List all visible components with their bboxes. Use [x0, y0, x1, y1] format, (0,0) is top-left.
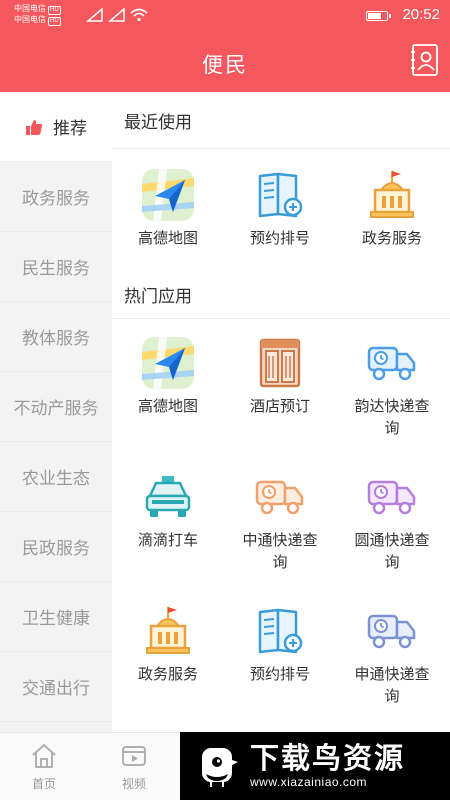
- app-label: 政务服务: [137, 666, 198, 683]
- status-bar: 中国电信 HD 中国电信 HD 20:52: [0, 0, 450, 30]
- sidebar-item-label: 教体服务: [22, 329, 90, 348]
- sidebar-item-transport[interactable]: 交通出行: [0, 652, 112, 722]
- app-label: 韵达快递查询: [354, 398, 430, 437]
- app-label: 酒店预订: [249, 398, 310, 415]
- title-bar: 便民: [0, 30, 450, 92]
- sidebar-item-real-estate[interactable]: 不动产服务: [0, 372, 112, 442]
- taxi-icon: [141, 470, 195, 524]
- section-title-recent: 最近使用: [124, 113, 192, 132]
- app-grid-panel: 最近使用 高德地图 预约排号 政务服务 热门应用 高德地图 酒店预订 韵达快递查…: [112, 92, 450, 732]
- contact-book-icon[interactable]: [410, 43, 440, 77]
- sidebar-item-label: 不动产服务: [13, 399, 99, 418]
- sidebar-item-education-sports[interactable]: 教体服务: [0, 302, 112, 372]
- app-label: 滴滴打车: [137, 532, 198, 549]
- signal-icon: [108, 8, 125, 22]
- app-label: 圆通快递查询: [354, 532, 430, 571]
- app-tile-government-recent[interactable]: 政务服务: [336, 168, 448, 250]
- app-label: 高德地图: [137, 230, 198, 247]
- app-tile-amap[interactable]: 高德地图: [112, 336, 224, 418]
- carrier-1-name: 中国电信: [14, 4, 46, 13]
- delivery-truck-icon: [367, 480, 416, 515]
- watermark-banner: 下载鸟资源 www.xiazainiao.com: [180, 732, 450, 800]
- sidebar-item-label: 推荐: [53, 119, 87, 138]
- app-tile-yto[interactable]: 圆通快递查询: [336, 470, 448, 574]
- bird-logo-icon: [202, 748, 238, 787]
- government-building-icon: [365, 168, 419, 222]
- app-tile-didi[interactable]: 滴滴打车: [112, 470, 224, 552]
- app-tile-sto[interactable]: 申通快递查询: [336, 604, 448, 708]
- home-icon: [29, 741, 59, 771]
- sidebar-item-label: 政务服务: [22, 189, 90, 208]
- appointment-book-icon: [253, 604, 307, 658]
- battery-fill: [368, 13, 381, 19]
- hotel-door-icon: [253, 336, 307, 390]
- sidebar-item-label: 交通出行: [22, 679, 90, 698]
- app-label: 申通快递查询: [354, 666, 430, 705]
- carrier-1: 中国电信 HD: [14, 4, 61, 15]
- sidebar-item-livelihood[interactable]: 民生服务: [0, 232, 112, 302]
- hd-badge: HD: [48, 17, 61, 26]
- status-time: 20:52: [402, 6, 440, 23]
- government-building-icon: [141, 604, 195, 658]
- sidebar-item-civil-affairs[interactable]: 民政服务: [0, 512, 112, 582]
- section-title-hot: 热门应用: [124, 287, 192, 306]
- sidebar-item-label: 民生服务: [22, 259, 90, 278]
- app-label: 高德地图: [137, 398, 198, 415]
- sidebar-item-label: 卫生健康: [22, 609, 90, 628]
- tab-video[interactable]: 视频: [104, 741, 164, 792]
- battery-icon: [366, 11, 391, 21]
- app-tile-appointment[interactable]: 预约排号: [224, 604, 336, 686]
- app-tile-government[interactable]: 政务服务: [112, 604, 224, 686]
- app-tile-yunda[interactable]: 韵达快递查询: [336, 336, 448, 440]
- tab-home[interactable]: 首页: [14, 741, 74, 792]
- app-tile-amap-recent[interactable]: 高德地图: [112, 168, 224, 250]
- signal-icon: [86, 8, 103, 22]
- sidebar-item-label: 农业生态: [22, 469, 90, 488]
- sidebar-item-agriculture[interactable]: 农业生态: [0, 442, 112, 512]
- divider: [112, 148, 450, 149]
- category-sidebar: 推荐 政务服务 民生服务 教体服务 不动产服务 农业生态 民政服务 卫生健康 交…: [0, 92, 112, 732]
- app-tile-hotel[interactable]: 酒店预订: [224, 336, 336, 418]
- delivery-truck-icon: [367, 614, 416, 649]
- appointment-book-icon: [253, 168, 307, 222]
- video-icon: [119, 741, 149, 771]
- map-navigation-icon: [141, 336, 195, 390]
- wifi-icon: [130, 8, 148, 22]
- map-navigation-icon: [141, 168, 195, 222]
- watermark-url: www.xiazainiao.com: [250, 775, 368, 789]
- watermark-text: 下载鸟资源 www.xiazainiao.com: [250, 743, 405, 789]
- delivery-truck-icon: [255, 480, 304, 515]
- sidebar-item-health[interactable]: 卫生健康: [0, 582, 112, 652]
- app-label: 预约排号: [249, 230, 310, 247]
- sidebar-item-recommended[interactable]: 推荐: [0, 92, 112, 162]
- sidebar-item-label: 民政服务: [22, 539, 90, 558]
- carrier-2-name: 中国电信: [14, 15, 46, 24]
- tab-label: 首页: [31, 777, 56, 791]
- app-label: 政务服务: [361, 230, 422, 247]
- carrier-2: 中国电信 HD: [14, 15, 61, 26]
- tab-label: 视频: [121, 777, 146, 791]
- sidebar-item-government[interactable]: 政务服务: [0, 162, 112, 232]
- app-tile-appointment-recent[interactable]: 预约排号: [224, 168, 336, 250]
- thumbs-up-icon: [25, 118, 43, 136]
- app-label: 预约排号: [249, 666, 310, 683]
- page-title: 便民: [202, 54, 248, 77]
- divider: [112, 318, 450, 319]
- hd-badge: HD: [48, 6, 61, 15]
- delivery-truck-icon: [367, 346, 416, 381]
- watermark-title: 下载鸟资源: [250, 743, 406, 775]
- app-label: 中通快递查询: [242, 532, 318, 571]
- app-tile-zto[interactable]: 中通快递查询: [224, 470, 336, 574]
